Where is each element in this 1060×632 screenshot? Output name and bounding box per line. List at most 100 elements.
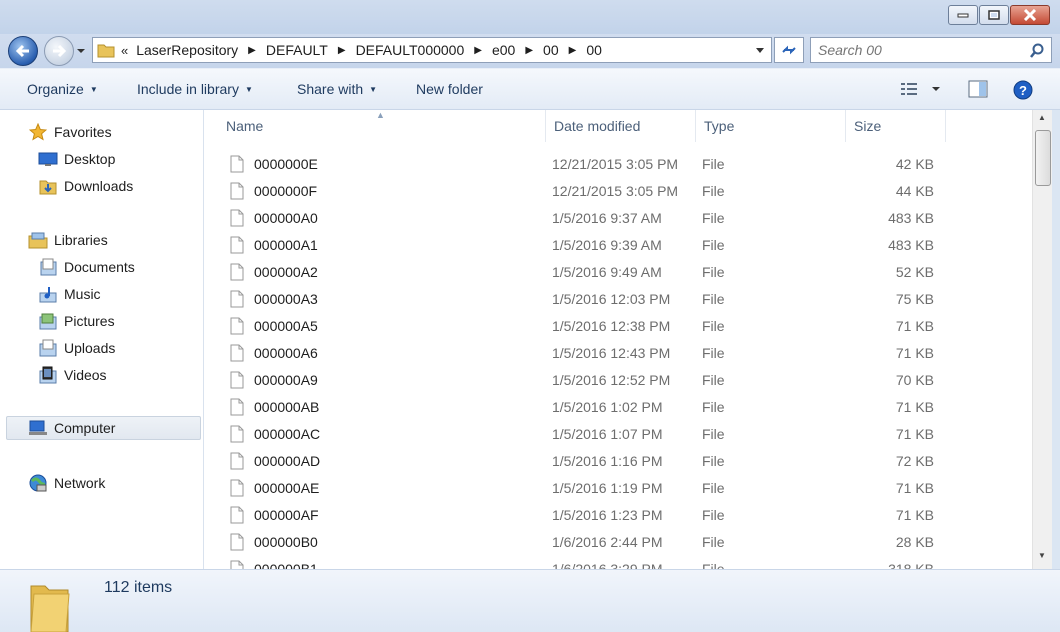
nav-favorites[interactable]: Favorites [28,120,112,144]
help-icon[interactable]: ? [1013,80,1033,100]
file-row[interactable]: 000000A3 1/5/2016 12:03 PM File 75 KB [204,286,1032,313]
file-type: File [702,291,725,307]
file-size: 75 KB [895,291,934,307]
chevron-right-icon[interactable]: ▶ [474,45,482,56]
file-row[interactable]: 000000A9 1/5/2016 12:52 PM File 70 KB [204,367,1032,394]
file-row[interactable]: 000000A0 1/5/2016 9:37 AM File 483 KB [204,205,1032,232]
caret-down-icon: ▼ [244,84,253,94]
breadcrumb-default[interactable]: DEFAULT [266,42,328,58]
breadcrumb-00-current[interactable]: 00 [586,42,602,58]
file-icon [230,506,244,524]
maximize-button[interactable] [979,5,1009,25]
file-icon [230,533,244,551]
file-row[interactable]: 000000A1 1/5/2016 9:39 AM File 483 KB [204,232,1032,259]
view-options-icon[interactable] [900,80,942,98]
file-row[interactable]: 0000000F 12/21/2015 3:05 PM File 44 KB [204,178,1032,205]
column-header-size[interactable]: Size [846,110,946,142]
file-row[interactable]: 000000A2 1/5/2016 9:49 AM File 52 KB [204,259,1032,286]
back-button[interactable] [8,36,38,66]
breadcrumb-00[interactable]: 00 [543,42,559,58]
vertical-scrollbar[interactable]: ▲ ▼ [1032,110,1052,569]
forward-button[interactable] [44,36,74,66]
breadcrumb-default000000[interactable]: DEFAULT000000 [356,42,465,58]
file-row[interactable]: 000000AF 1/5/2016 1:23 PM File 71 KB [204,502,1032,529]
title-bar [0,0,1060,34]
column-header-date-modified[interactable]: Date modified [546,110,696,142]
file-row[interactable]: 000000B0 1/6/2016 2:44 PM File 28 KB [204,529,1032,556]
nav-uploads[interactable]: Uploads [38,336,115,360]
refresh-button[interactable] [774,37,804,63]
breadcrumb-overflow[interactable]: « [121,43,128,58]
file-date-modified: 12/21/2015 3:05 PM [552,156,679,172]
status-bar: 112 items [0,569,1060,632]
column-name-label: Name [226,118,264,134]
file-icon [230,479,244,497]
file-size: 28 KB [895,534,934,550]
nav-documents[interactable]: Documents [38,255,135,279]
file-type: File [702,210,725,226]
new-folder-button[interactable]: New folder [416,81,483,97]
nav-pictures[interactable]: Pictures [38,309,115,333]
file-row[interactable]: 0000000E 12/21/2015 3:05 PM File 42 KB [204,151,1032,178]
file-name: 0000000E [254,156,318,172]
file-date-modified: 1/5/2016 12:52 PM [552,372,671,388]
nav-videos[interactable]: Videos [38,363,107,387]
nav-downloads[interactable]: Downloads [38,174,133,198]
file-date-modified: 12/21/2015 3:05 PM [552,183,679,199]
recent-pages-dropdown[interactable] [76,46,86,56]
file-name: 000000A1 [254,237,318,253]
chevron-right-icon[interactable]: ▶ [248,45,256,56]
file-row[interactable]: 000000B1 1/6/2016 3:29 PM File 318 KB [204,556,1032,569]
file-row[interactable]: 000000AE 1/5/2016 1:19 PM File 71 KB [204,475,1032,502]
chevron-right-icon[interactable]: ▶ [338,45,346,56]
file-row[interactable]: 000000AB 1/5/2016 1:02 PM File 71 KB [204,394,1032,421]
file-row[interactable]: 000000AD 1/5/2016 1:16 PM File 72 KB [204,448,1032,475]
include-in-library-label: Include in library [137,81,239,97]
nav-libraries[interactable]: Libraries [28,228,108,252]
search-box[interactable] [810,37,1052,63]
file-date-modified: 1/5/2016 1:23 PM [552,507,663,523]
pictures-icon [38,311,58,331]
preview-pane-icon[interactable] [968,80,988,98]
file-type: File [702,318,725,334]
breadcrumb-laserrepository[interactable]: LaserRepository [136,42,238,58]
scroll-up-icon[interactable]: ▲ [1038,113,1046,122]
nav-music[interactable]: Music [38,282,101,306]
organize-menu[interactable]: Organize ▼ [27,81,98,97]
file-date-modified: 1/5/2016 9:49 AM [552,264,662,280]
search-input[interactable] [818,42,1018,58]
file-date-modified: 1/5/2016 9:39 AM [552,237,662,253]
file-date-modified: 1/5/2016 1:19 PM [552,480,663,496]
address-bar[interactable]: « LaserRepository ▶ DEFAULT ▶ DEFAULT000… [92,37,772,63]
nav-documents-label: Documents [64,259,135,275]
file-size: 483 KB [888,210,934,226]
chevron-right-icon[interactable]: ▶ [525,45,533,56]
scrollbar-thumb[interactable] [1035,130,1051,186]
minimize-button[interactable] [948,5,978,25]
nav-videos-label: Videos [64,367,107,383]
file-icon [230,452,244,470]
share-with-menu[interactable]: Share with ▼ [297,81,377,97]
nav-network[interactable]: Network [28,471,105,495]
scroll-down-icon[interactable]: ▼ [1038,551,1046,560]
chevron-down-icon[interactable] [755,47,765,55]
chevron-right-icon[interactable]: ▶ [569,45,577,56]
nav-computer[interactable]: Computer [6,416,201,440]
include-in-library-menu[interactable]: Include in library ▼ [137,81,253,97]
file-row[interactable]: 000000A6 1/5/2016 12:43 PM File 71 KB [204,340,1032,367]
nav-downloads-label: Downloads [64,178,134,194]
search-icon[interactable] [1029,43,1045,59]
breadcrumb-e00[interactable]: e00 [492,42,515,58]
file-row[interactable]: 000000AC 1/5/2016 1:07 PM File 71 KB [204,421,1032,448]
file-row[interactable]: 000000A5 1/5/2016 12:38 PM File 71 KB [204,313,1032,340]
nav-desktop[interactable]: Desktop [38,147,115,171]
close-button[interactable] [1010,5,1050,25]
file-name: 000000A0 [254,210,318,226]
nav-music-label: Music [64,286,101,302]
file-name: 000000AC [254,426,321,442]
file-name: 0000000F [254,183,318,199]
folder-icon [97,44,115,58]
file-size: 318 KB [888,561,934,569]
file-name: 000000AF [254,507,319,523]
column-header-type[interactable]: Type [696,110,846,142]
